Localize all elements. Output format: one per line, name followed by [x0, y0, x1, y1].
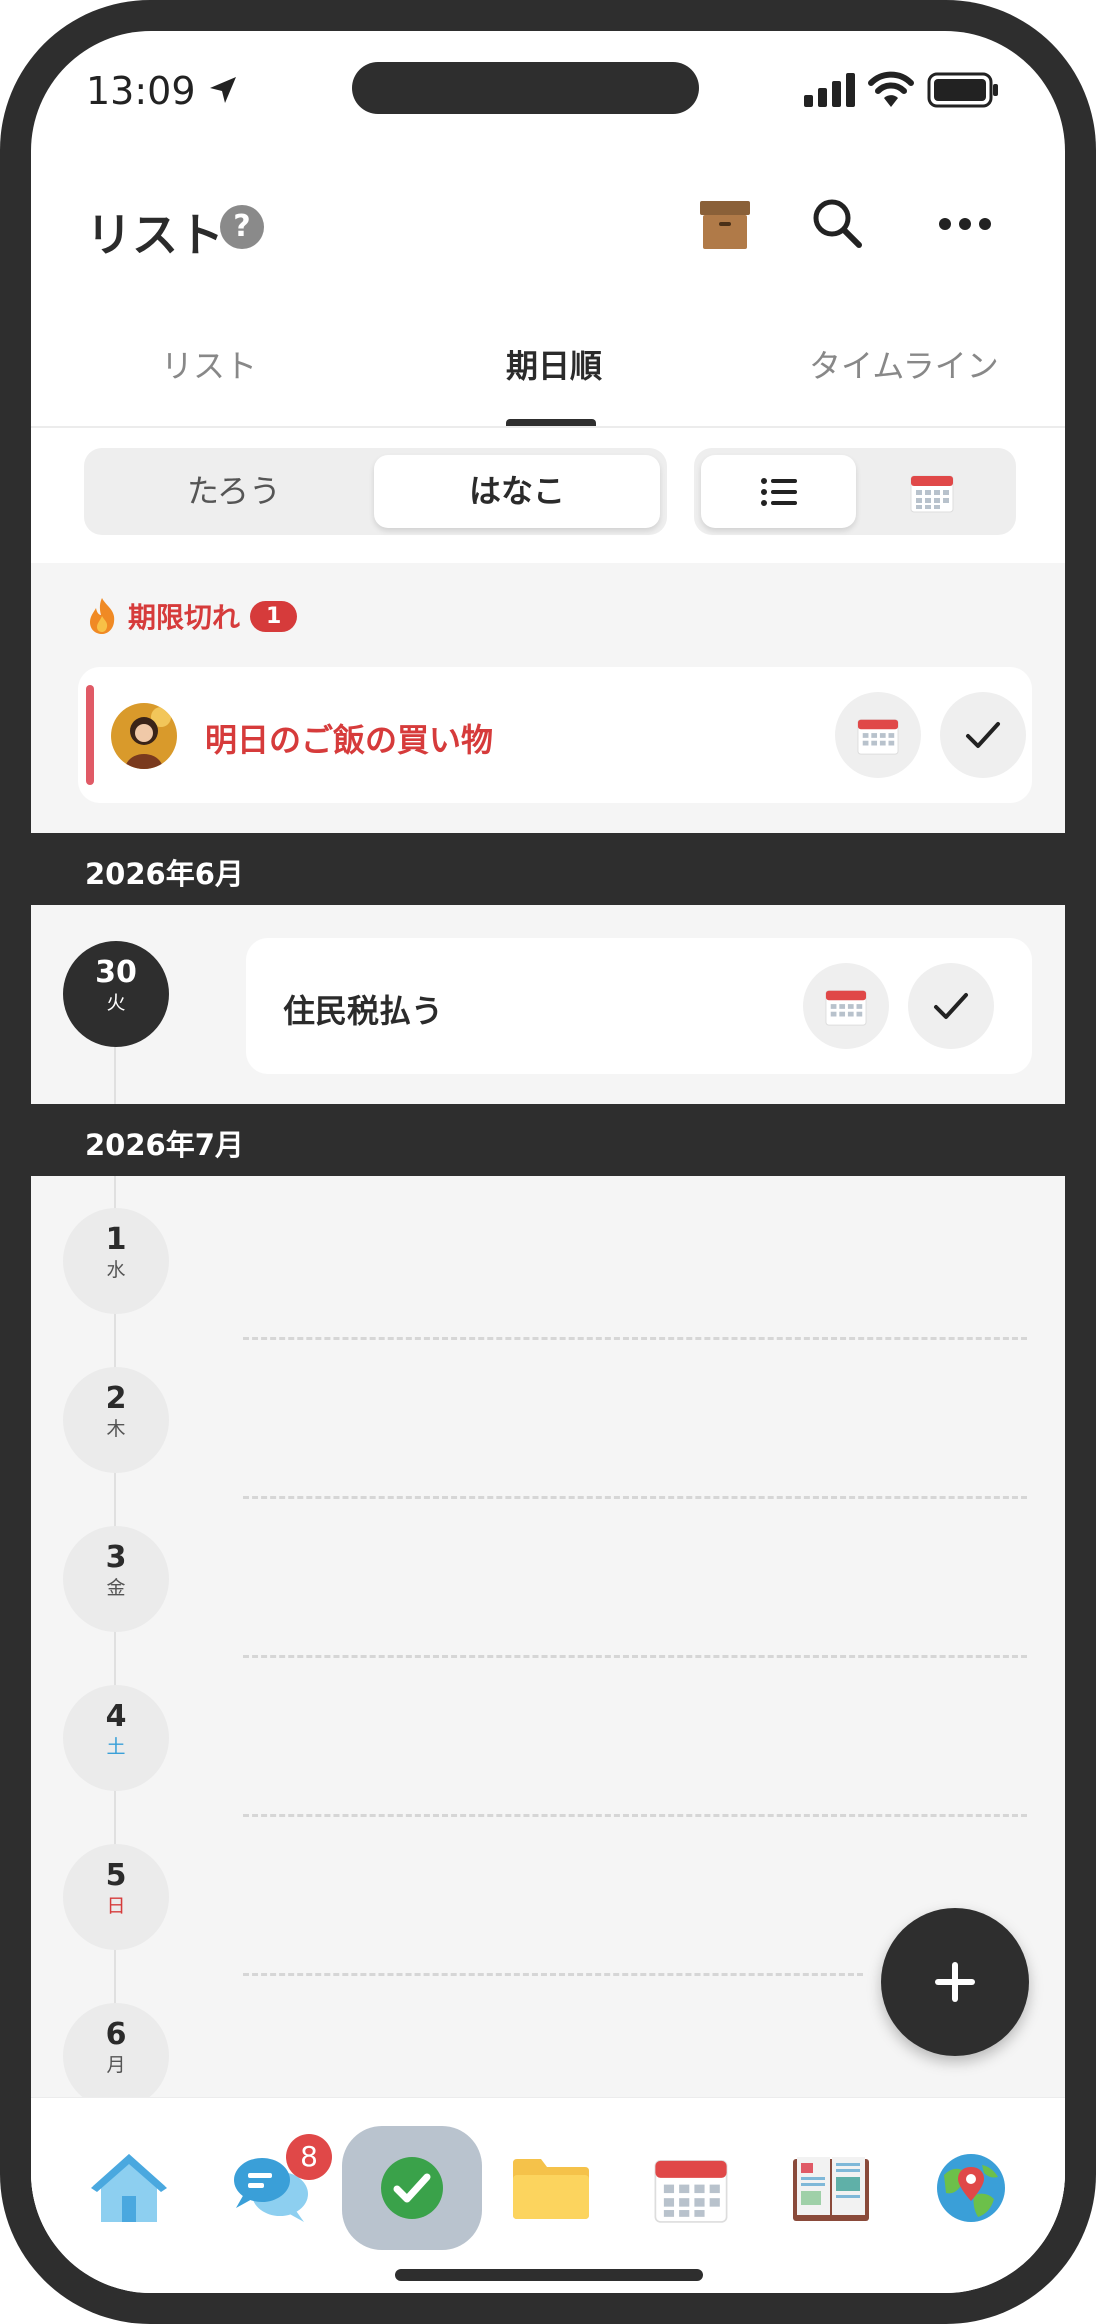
avatar [111, 703, 177, 769]
calendar-view-button[interactable] [854, 455, 1009, 528]
location-arrow-icon [210, 77, 236, 103]
list-icon [760, 477, 797, 506]
empty-day-divider [243, 1496, 1027, 1499]
nav-home[interactable] [79, 2138, 179, 2238]
nav-notebook[interactable] [781, 2138, 881, 2238]
month-label: 2026年6月 [85, 857, 244, 891]
empty-day-divider [243, 1814, 1027, 1817]
date-circle: 4 土 [63, 1685, 169, 1791]
empty-day-divider [243, 1337, 1027, 1340]
notebook-icon [793, 2157, 869, 2221]
dynamic-island [352, 62, 699, 114]
calendar-icon [825, 990, 867, 1026]
weekday: 水 [106, 1259, 126, 1281]
folder-icon [513, 2159, 589, 2219]
calendar-icon [910, 475, 953, 512]
user-option-hanako[interactable]: はなこ [374, 455, 660, 528]
overdue-label: 期限切れ [128, 601, 241, 634]
globe-map-icon [937, 2154, 1005, 2222]
help-button[interactable]: ? [220, 205, 264, 249]
checkmark-icon [934, 993, 968, 1019]
archive-box-icon[interactable] [698, 195, 752, 251]
home-indicator [395, 2269, 703, 2281]
screen: 13:09 リスト ? リスト 期日順 タイムライン たろう はなこ 期限切れ … [31, 31, 1065, 2293]
user-option-taro[interactable]: たろう [91, 455, 377, 528]
task-card[interactable]: 住民税払う [246, 938, 1032, 1074]
task-title: 住民税払う [283, 992, 444, 1030]
date-circle: 6 月 [63, 2003, 169, 2109]
nav-map[interactable] [921, 2138, 1021, 2238]
tab-list[interactable]: リスト [161, 341, 257, 387]
nav-files[interactable] [501, 2138, 601, 2238]
calendar-icon [654, 2160, 728, 2223]
overdue-count-badge: 1 [250, 600, 298, 632]
status-time: 13:09 [86, 69, 196, 113]
month-header-june: 2026年6月 [31, 833, 1065, 905]
weekday: 金 [106, 1577, 126, 1599]
empty-day-divider [243, 1655, 1027, 1658]
set-date-button[interactable] [803, 963, 889, 1049]
weekday-sunday: 日 [106, 1895, 126, 1917]
calendar-icon [857, 719, 899, 755]
checkmark-icon [966, 722, 1000, 748]
overdue-task-card[interactable]: 明日のご飯の買い物 [78, 667, 1032, 803]
month-header-july: 2026年7月 [31, 1104, 1065, 1176]
list-view-button[interactable] [701, 455, 856, 528]
date-circle: 5 日 [63, 1844, 169, 1950]
day-number: 5 [105, 1858, 127, 1893]
page-title: リスト [86, 208, 224, 262]
date-circle: 3 金 [63, 1526, 169, 1632]
date-circle: 1 水 [63, 1208, 169, 1314]
date-circle: 2 木 [63, 1367, 169, 1473]
timeline-line [114, 1176, 116, 2097]
nav-calendar[interactable] [641, 2138, 741, 2238]
day-number: 4 [105, 1699, 127, 1734]
complete-button[interactable] [940, 692, 1026, 778]
set-date-button[interactable] [835, 692, 921, 778]
search-icon[interactable] [809, 195, 865, 251]
day-number: 30 [95, 955, 137, 990]
day-number: 1 [105, 1222, 127, 1257]
plus-icon [935, 1962, 975, 2002]
nav-tasks[interactable] [342, 2126, 482, 2250]
overdue-header: 期限切れ 1 [86, 593, 298, 639]
tab-timeline[interactable]: タイムライン [809, 341, 999, 387]
home-icon [91, 2154, 167, 2222]
month-label: 2026年7月 [85, 1128, 244, 1162]
overdue-accent-bar [86, 685, 94, 785]
user-switch: たろう はなこ [84, 448, 667, 535]
phone-frame: 13:09 リスト ? リスト 期日順 タイムライン たろう はなこ 期限切れ … [0, 0, 1096, 2324]
wifi-icon [868, 71, 914, 107]
tab-due-date[interactable]: 期日順 [506, 341, 602, 387]
weekday: 月 [106, 2054, 126, 2076]
task-title: 明日のご飯の買い物 [205, 721, 494, 759]
view-switch [694, 448, 1016, 535]
tab-divider [31, 426, 1065, 428]
day-number: 3 [105, 1540, 127, 1575]
weekday-saturday: 土 [106, 1736, 126, 1758]
day-number: 2 [105, 1381, 127, 1416]
empty-day-divider [243, 1973, 863, 1976]
signal-icon [804, 73, 855, 107]
day-number: 6 [105, 2017, 127, 2052]
battery-icon [927, 72, 998, 108]
fire-icon [90, 598, 115, 634]
bottom-nav [31, 2097, 1065, 2293]
date-circle-today: 30 火 [63, 941, 169, 1047]
complete-button[interactable] [908, 963, 994, 1049]
more-options-icon[interactable] [935, 199, 995, 249]
weekday: 木 [106, 1418, 126, 1440]
check-icon [381, 2157, 443, 2219]
weekday: 火 [106, 992, 126, 1014]
chat-unread-badge: 8 [286, 2134, 332, 2180]
add-task-button[interactable] [881, 1908, 1029, 2056]
